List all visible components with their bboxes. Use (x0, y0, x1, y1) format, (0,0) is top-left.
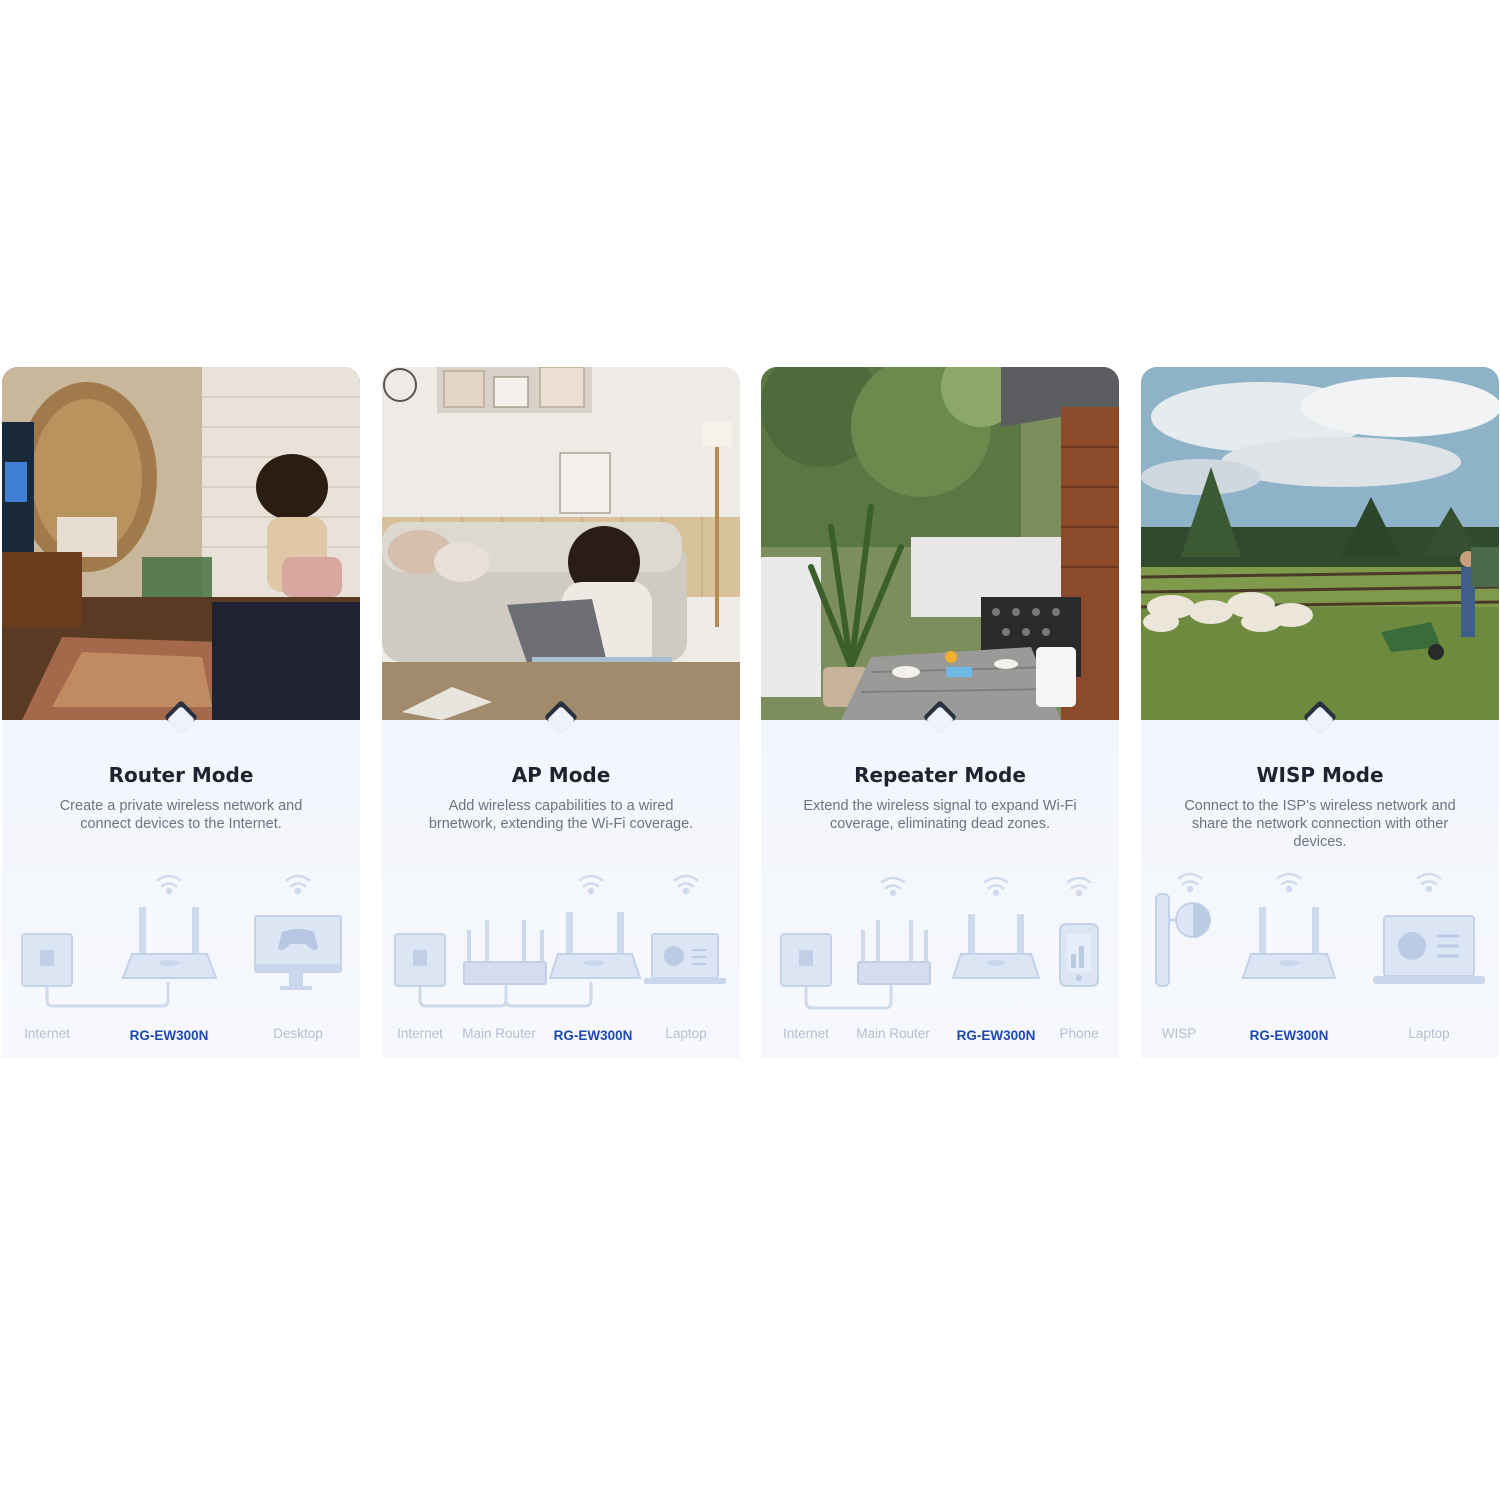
diagram-label-internet: Internet (397, 1026, 443, 1041)
wifi-icon (1066, 876, 1092, 897)
router-icon (951, 914, 1041, 979)
card-ap-mode: AP Mode Add wireless capabilities to a w… (382, 367, 740, 1058)
wifi-icon (1177, 872, 1203, 893)
diagram-repeater-mode: Internet Main Router RG-EW300N Phone (761, 862, 1119, 1058)
diagram-label-device: RG-EW300N (956, 1028, 1036, 1043)
diagram-label-internet: Internet (783, 1026, 829, 1041)
card-description: Create a private wireless network and co… (59, 798, 303, 832)
diagram-label-device: RG-EW300N (129, 1028, 209, 1043)
diagram-label-laptop: Laptop (1408, 1026, 1450, 1041)
card-repeater-mode: Repeater Mode Extend the wireless signal… (761, 367, 1119, 1058)
card-router-mode: Router Mode Create a private wireless ne… (2, 367, 360, 1058)
photo-sofa-laptop (382, 367, 740, 720)
wifi-icon (1416, 872, 1442, 893)
wifi-icon (285, 874, 311, 895)
card-wisp-mode: WISP Mode Connect to the ISP’s wireless … (1141, 367, 1499, 1058)
router-icon (548, 912, 642, 979)
phone-icon (1059, 923, 1099, 987)
diagram-ap-mode: Internet Main Router RG-EW300N Laptop (382, 862, 740, 1058)
diagram-wisp-mode: WISP RG-EW300N Laptop (1141, 862, 1499, 1058)
wall-socket-icon (21, 933, 73, 987)
diagram-label-main-router: Main Router (856, 1026, 930, 1041)
photo-living-room-gaming (2, 367, 360, 720)
diagram-label-device: RG-EW300N (553, 1028, 633, 1043)
diagram-label-laptop: Laptop (665, 1026, 707, 1041)
main-router-icon (463, 920, 547, 985)
diagram-label-internet: Internet (24, 1026, 70, 1041)
diagram-router-mode: Internet RG-EW300N Desktop (2, 862, 360, 1058)
wifi-icon (983, 876, 1009, 897)
card-description: Extend the wireless signal to expand Wi-… (803, 798, 1077, 832)
card-description: Add wireless capabilities to a wired brn… (428, 798, 694, 832)
diagram-label-device: RG-EW300N (1249, 1028, 1329, 1043)
wall-socket-icon (780, 933, 832, 987)
diagram-label-desktop: Desktop (273, 1026, 323, 1041)
router-icon (1241, 907, 1337, 979)
router-icon (121, 907, 218, 979)
card-title: Repeater Mode (854, 763, 1026, 787)
photo-farm-sheep (1141, 367, 1499, 720)
desktop-gamepad-icon (254, 915, 342, 990)
card-description: Connect to the ISP’s wireless network an… (1184, 798, 1456, 850)
wall-socket-icon (394, 933, 446, 987)
diagram-label-wisp: WISP (1161, 1026, 1197, 1041)
wifi-icon (578, 874, 604, 895)
diagram-label-main-router: Main Router (462, 1026, 536, 1041)
wifi-icon (673, 874, 699, 895)
wifi-icon (1276, 872, 1302, 893)
diagram-label-phone: Phone (1059, 1026, 1099, 1041)
card-title: WISP Mode (1256, 763, 1384, 787)
laptop-icon (644, 933, 726, 984)
laptop-icon (1373, 915, 1485, 984)
main-router-icon (857, 920, 931, 985)
photo-patio-table (761, 367, 1119, 720)
wifi-icon (156, 874, 182, 895)
card-title: Router Mode (108, 763, 254, 787)
mode-cards: Router Mode Create a private wireless ne… (0, 367, 1500, 1058)
card-title: AP Mode (511, 763, 611, 787)
wisp-antenna-icon (1155, 893, 1211, 987)
wifi-icon (880, 876, 906, 897)
